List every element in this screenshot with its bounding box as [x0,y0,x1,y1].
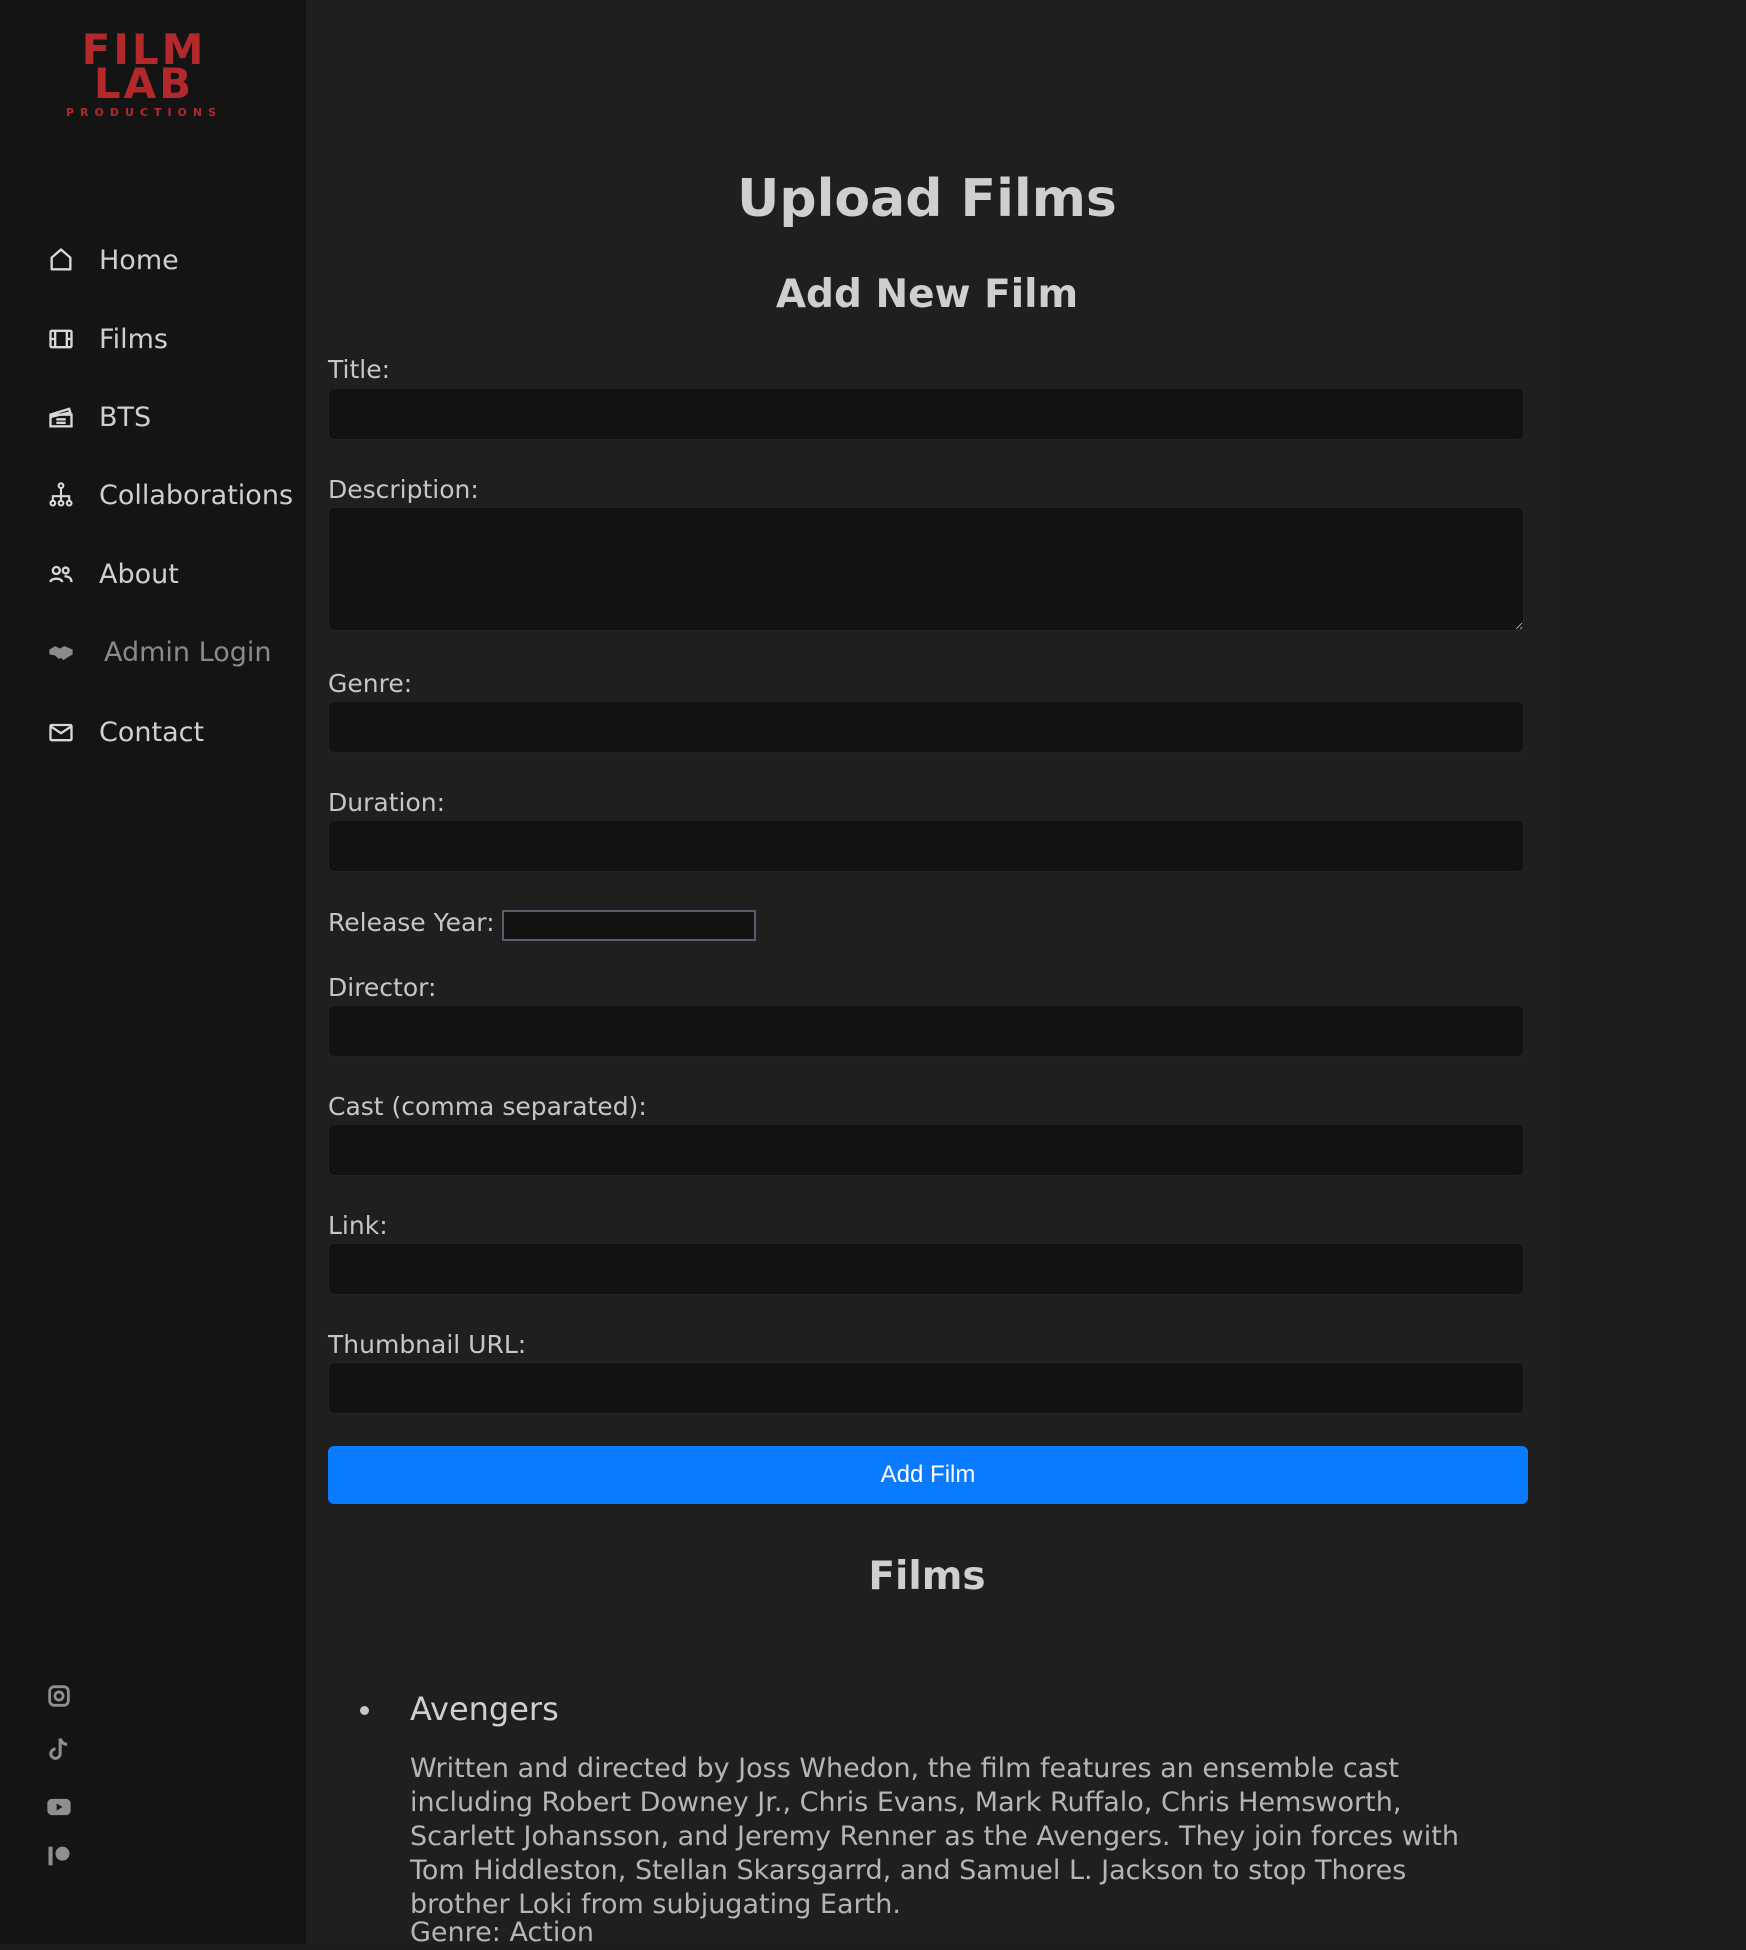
title-label: Title: [328,355,390,384]
sidebar: FILM LAB PRODUCTIONS Home Films BTS Coll… [0,0,306,1944]
film-description: Written and directed by Joss Whedon, the… [410,1753,1459,1920]
home-icon [46,245,76,275]
release-year-label: Release Year: [328,908,495,937]
film-icon [46,324,76,354]
add-film-button[interactable]: Add Film [328,1446,1528,1504]
duration-input[interactable] [328,820,1524,872]
director-label: Director: [328,973,437,1002]
link-input[interactable] [328,1243,1524,1295]
clapperboard-icon [46,402,76,432]
sidebar-item-label: About [99,558,179,590]
link-label: Link: [328,1211,388,1240]
cast-input[interactable] [328,1124,1524,1176]
duration-label: Duration: [328,788,446,817]
instagram-icon[interactable] [44,1681,74,1711]
description-label: Description: [328,475,479,504]
title-input[interactable] [328,388,1524,440]
network-icon [46,480,76,510]
film-genre: Genre: Action [410,1917,595,1948]
genre-label: Genre: [328,669,413,698]
sidebar-item-contact[interactable]: Contact [46,712,296,752]
youtube-icon[interactable] [44,1792,74,1822]
list-bullet [360,1706,369,1715]
sidebar-item-label: Contact [99,716,205,748]
thumbnail-input[interactable] [328,1362,1524,1414]
sidebar-item-label: Collaborations [99,479,294,511]
patreon-icon[interactable] [44,1841,74,1871]
director-input[interactable] [328,1005,1524,1057]
release-year-input[interactable] [502,910,756,941]
sidebar-item-films[interactable]: Films [46,319,296,359]
thumbnail-label: Thumbnail URL: [328,1330,527,1359]
sidebar-item-about[interactable]: About [46,554,296,594]
sidebar-item-label: BTS [99,401,152,433]
description-textarea[interactable] [328,507,1524,631]
sidebar-item-label: Home [99,244,179,276]
tiktok-icon[interactable] [44,1734,74,1764]
form-title: Add New Film [775,272,1079,317]
users-icon [46,559,76,589]
film-title: Avengers [410,1690,559,1728]
sidebar-item-label: Films [99,323,168,355]
logo-line2: LAB [93,59,195,108]
films-list-title: Films [868,1554,986,1599]
sidebar-item-home[interactable]: Home [46,240,296,280]
cast-label: Cast (comma separated): [328,1092,647,1121]
sidebar-item-collaborations[interactable]: Collaborations [46,475,296,515]
mail-icon [46,717,76,747]
sidebar-item-admin-login[interactable]: Admin Login [46,632,296,672]
sidebar-item-bts[interactable]: BTS [46,397,296,437]
logo-subtitle: PRODUCTIONS [65,106,223,119]
sidebar-item-label: Admin Login [104,636,272,668]
genre-input[interactable] [328,701,1524,753]
handshake-icon [46,637,76,667]
film-lab-logo[interactable]: FILM LAB PRODUCTIONS [62,28,226,124]
page-title: Upload Films [737,169,1117,229]
main-content: Upload Films Add New Film Title: Descrip… [306,0,1558,1948]
